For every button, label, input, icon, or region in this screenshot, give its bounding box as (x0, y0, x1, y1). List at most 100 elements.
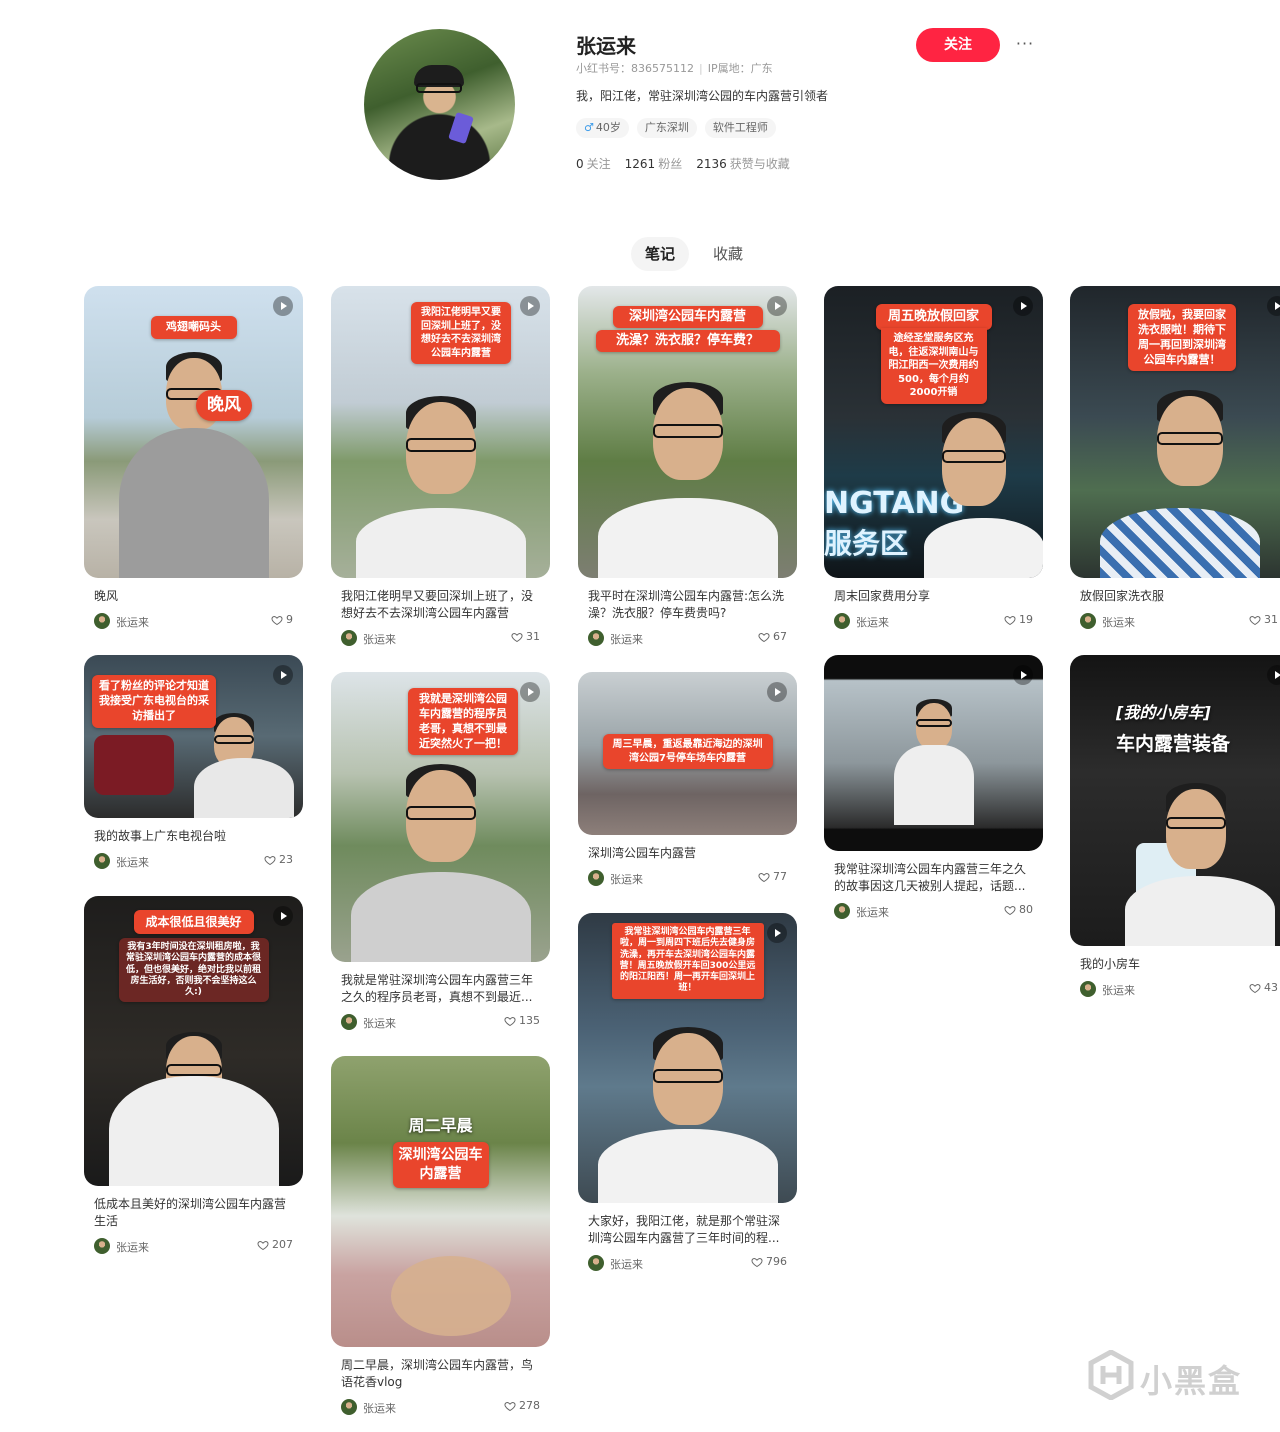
following-stat[interactable]: 0 关注 (576, 155, 611, 172)
note-title[interactable]: 我阳江佬明早又要回深圳上班了，没想好去不去深圳湾公园车内露营 (341, 588, 540, 622)
note-cover[interactable] (824, 655, 1043, 851)
author-avatar[interactable] (834, 903, 850, 919)
note-meta: 张运来 31 (1080, 613, 1278, 629)
note-cover[interactable]: NGTANG 服务区 周五晚放假回家 途经圣堂服务区充电，往返深圳南山与阳江阳西… (824, 286, 1043, 578)
author-name[interactable]: 张运来 (116, 854, 149, 870)
note-title[interactable]: 我的故事上广东电视台啦 (94, 828, 293, 845)
following-count: 0 (576, 157, 584, 171)
note-title[interactable]: 我就是常驻深圳湾公园车内露营三年之久的程序员老哥，真想不到最近... (341, 972, 540, 1006)
note-title[interactable]: 我常驻深圳湾公园车内露营三年之久的故事因这几天被别人提起，话题... (834, 861, 1033, 895)
fans-stat[interactable]: 1261 粉丝 (625, 155, 683, 172)
note-cover[interactable]: 我常驻深圳湾公园车内露营三年啦，周一到周四下班后先去健身房洗澡，再开车去深圳湾公… (578, 913, 797, 1203)
cover-text: 我有3年时间没在深圳租房啦，我常驻深圳湾公园车内露营的成本很低，但也很美好，绝对… (118, 938, 269, 1003)
like-count: 80 (1019, 903, 1033, 916)
note-cover[interactable]: 看了粉丝的评论才知道我接受广东电视台的采访播出了 (84, 655, 303, 818)
author-avatar[interactable] (834, 613, 850, 629)
note-card[interactable]: 鸡翅嘲码头 晚风 晚风 张运来 9 (84, 286, 303, 629)
following-label: 关注 (586, 157, 611, 171)
profile-name: 张运来 (576, 34, 636, 58)
note-cover[interactable]: 我阳江佬明早又要回深圳上班了，没想好去不去深圳湾公园车内露营 (331, 286, 550, 578)
like-button[interactable]: 31 (511, 630, 540, 643)
author-avatar[interactable] (1080, 613, 1096, 629)
author-avatar[interactable] (588, 630, 604, 646)
tab-notes[interactable]: 笔记 (631, 237, 690, 271)
author-name[interactable]: 张运来 (856, 614, 889, 630)
note-card[interactable]: 放假啦，我要回家洗衣服啦！期待下周一再回到深圳湾公园车内露营！ 放假回家洗衣服 … (1070, 286, 1280, 629)
note-card[interactable]: 周二早晨 深圳湾公园车内露营 周二早晨，深圳湾公园车内露营，鸟语花香vlog 张… (331, 1056, 550, 1415)
like-button[interactable]: 31 (1249, 613, 1278, 626)
like-button[interactable]: 67 (758, 630, 787, 643)
note-title[interactable]: 我的小房车 (1080, 956, 1270, 973)
note-card[interactable]: 我常驻深圳湾公园车内露营三年之久的故事因这几天被别人提起，话题... 张运来 8… (824, 655, 1043, 919)
fans-label: 粉丝 (658, 157, 683, 171)
like-button[interactable]: 23 (264, 853, 293, 866)
note-cover[interactable]: 深圳湾公园车内露营 洗澡？洗衣服？停车费？ (578, 286, 797, 578)
note-card[interactable]: 深圳湾公园车内露营 洗澡？洗衣服？停车费？ 我平时在深圳湾公园车内露营:怎么洗澡… (578, 286, 797, 646)
note-meta: 张运来 77 (588, 870, 787, 886)
profile-stats: 0 关注 1261 粉丝 2136 获赞与收藏 (576, 155, 790, 172)
like-button[interactable]: 278 (504, 1399, 540, 1412)
author-name[interactable]: 张运来 (116, 614, 149, 630)
note-cover[interactable]: 成本很低且很美好 我有3年时间没在深圳租房啦，我常驻深圳湾公园车内露营的成本很低… (84, 896, 303, 1186)
like-button[interactable]: 796 (751, 1255, 787, 1268)
author-name[interactable]: 张运来 (1102, 614, 1135, 629)
like-button[interactable]: 207 (257, 1238, 293, 1251)
author-name[interactable]: 张运来 (363, 631, 396, 647)
author-name[interactable]: 张运来 (610, 1256, 643, 1272)
note-card[interactable]: 我常驻深圳湾公园车内露营三年啦，周一到周四下班后先去健身房洗澡，再开车去深圳湾公… (578, 913, 797, 1271)
like-button[interactable]: 43 (1249, 981, 1278, 994)
author-avatar[interactable] (341, 1399, 357, 1415)
male-icon: ♂ (584, 121, 594, 134)
note-card[interactable]: 我阳江佬明早又要回深圳上班了，没想好去不去深圳湾公园车内露营 我阳江佬明早又要回… (331, 286, 550, 646)
profile-ip: IP属地：广东 (707, 62, 773, 75)
note-card[interactable]: NGTANG 服务区 周五晚放假回家 途经圣堂服务区充电，往返深圳南山与阳江阳西… (824, 286, 1043, 629)
tab-collect[interactable]: 收藏 (699, 237, 757, 271)
author-name[interactable]: 张运来 (363, 1400, 396, 1416)
note-title[interactable]: 我平时在深圳湾公园车内露营:怎么洗澡？洗衣服？停车费贵吗? (588, 588, 787, 622)
note-card[interactable]: 看了粉丝的评论才知道我接受广东电视台的采访播出了 我的故事上广东电视台啦 张运来… (84, 655, 303, 869)
note-cover[interactable]: [我的小房车] 车内露营装备 (1070, 655, 1280, 946)
like-count: 19 (1019, 613, 1033, 626)
like-button[interactable]: 9 (271, 613, 293, 626)
note-card[interactable]: [我的小房车] 车内露营装备 我的小房车 张运来 43 (1070, 655, 1280, 997)
like-button[interactable]: 19 (1004, 613, 1033, 626)
author-name[interactable]: 张运来 (610, 631, 643, 647)
author-avatar[interactable] (94, 613, 110, 629)
like-button[interactable]: 80 (1004, 903, 1033, 916)
note-title[interactable]: 周二早晨，深圳湾公园车内露营，鸟语花香vlog (341, 1357, 540, 1391)
author-name[interactable]: 张运来 (116, 1239, 149, 1255)
note-title[interactable]: 低成本且美好的深圳湾公园车内露营生活 (94, 1196, 293, 1230)
more-options-icon[interactable]: ··· (1014, 32, 1036, 56)
like-button[interactable]: 77 (758, 870, 787, 883)
cover-big-text: 车内露营装备 (1116, 733, 1231, 755)
note-title[interactable]: 深圳湾公园车内露营 (588, 845, 787, 862)
note-card[interactable]: 周三早晨，重返最靠近海边的深圳湾公园7号停车场车内露营 深圳湾公园车内露营 张运… (578, 672, 797, 886)
author-name[interactable]: 张运来 (1102, 982, 1135, 997)
author-avatar[interactable] (588, 870, 604, 886)
author-avatar[interactable] (1080, 981, 1096, 997)
note-title[interactable]: 大家好，我阳江佬，就是那个常驻深圳湾公园车内露营了三年时间的程... (588, 1213, 787, 1247)
note-title[interactable]: 晚风 (94, 588, 293, 605)
author-avatar[interactable] (341, 1014, 357, 1030)
note-cover[interactable]: 我就是深圳湾公园车内露营的程序员老哥，真想不到最近突然火了一把！ (331, 672, 550, 962)
author-avatar[interactable] (94, 1238, 110, 1254)
note-card[interactable]: 我就是深圳湾公园车内露营的程序员老哥，真想不到最近突然火了一把！ 我就是常驻深圳… (331, 672, 550, 1030)
note-cover[interactable]: 周二早晨 深圳湾公园车内露营 (331, 1056, 550, 1347)
author-avatar[interactable] (94, 853, 110, 869)
note-card[interactable]: 成本很低且很美好 我有3年时间没在深圳租房啦，我常驻深圳湾公园车内露营的成本很低… (84, 896, 303, 1254)
author-name[interactable]: 张运来 (856, 904, 889, 920)
follow-button[interactable]: 关注 (916, 28, 1000, 62)
note-cover[interactable]: 鸡翅嘲码头 晚风 (84, 286, 303, 578)
note-title[interactable]: 周末回家费用分享 (834, 588, 1033, 605)
note-cover[interactable]: 放假啦，我要回家洗衣服啦！期待下周一再回到深圳湾公园车内露营！ (1070, 286, 1280, 578)
author-avatar[interactable] (341, 630, 357, 646)
play-icon (520, 296, 540, 316)
note-cover[interactable]: 周三早晨，重返最靠近海边的深圳湾公园7号停车场车内露营 (578, 672, 797, 835)
note-title[interactable]: 放假回家洗衣服 (1080, 588, 1270, 605)
author-avatar[interactable] (588, 1255, 604, 1271)
cover-banner: 周五晚放假回家 (875, 304, 992, 330)
like-button[interactable]: 135 (504, 1014, 540, 1027)
author-name[interactable]: 张运来 (363, 1015, 396, 1031)
play-icon (273, 665, 293, 685)
author-name[interactable]: 张运来 (610, 871, 643, 887)
